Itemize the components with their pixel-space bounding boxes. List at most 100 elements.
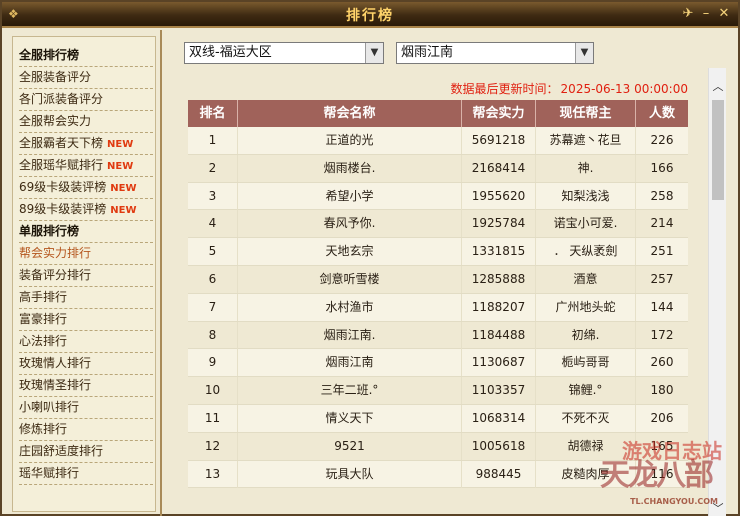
member-count-cell: 214 [650,216,674,231]
minimize-button[interactable]: – [698,5,714,23]
sidebar-item[interactable]: 玫瑰情圣排行 [19,375,153,397]
sidebar-item-label: 修炼排行 [19,422,68,436]
server-group-select[interactable]: 双线-福运大区 ▼ [184,42,384,64]
server-value: 烟雨江南 [401,45,454,60]
sidebar-item[interactable]: 高手排行 [19,287,153,309]
member-count-cell: 144 [650,299,674,314]
rank-cell: 8 [188,321,238,349]
sidebar-item[interactable]: 全服帮会实力 [19,111,153,133]
guild-name-cell: 正道的光 [238,127,462,154]
sidebar-item-label: 全服瑶华赋排行 [19,158,104,172]
member-count-cell: 180 [650,383,674,398]
guild-power-cell: 1130687 [462,349,536,377]
guild-leader-cell: 锦鲤.° [536,377,636,405]
sidebar-item[interactable]: 瑶华赋排行 [19,463,153,485]
sidebar-item[interactable]: 庄园舒适度排行 [19,441,153,463]
sidebar-item[interactable]: 富豪排行 [19,309,153,331]
server-group-value: 双线-福运大区 [189,45,272,60]
server-select[interactable]: 烟雨江南 ▼ [396,42,594,64]
member-count-cell: 226 [650,133,674,147]
rank-cell: 4 [188,210,238,238]
table-row[interactable]: 10 三年二班.° 1103357 锦鲤.° 180 [188,377,688,405]
sidebar-section-header: 全服排行榜 [19,45,153,67]
window-title: 排行榜 [346,8,394,24]
table-header: 排名 帮会名称 帮会实力 现任帮主 人数 [188,100,688,127]
table-row[interactable]: 2 烟雨楼台. 2168414 神. 166 [188,154,688,183]
guild-leader-cell: 苏幕遮丶花旦 [536,127,636,154]
header-guild-leader[interactable]: 现任帮主 [536,100,636,127]
guild-power-cell: 1925784 [462,210,536,238]
member-count-cell: 258 [650,188,674,203]
member-count-cell: 260 [650,355,674,370]
guild-power-cell: 988445 [462,460,536,488]
sidebar-item[interactable]: 69级卡级装评榜 NEW [19,177,153,199]
table-row[interactable]: 8 烟雨江南. 1184488 初绵. 172 [188,321,688,350]
header-rank[interactable]: 排名 [188,100,238,127]
guild-name-cell: 三年二班.° [238,377,462,405]
member-count-cell: 251 [650,244,674,259]
scrollbar-thumb[interactable] [712,100,724,200]
sidebar-item-label: 庄园舒适度排行 [19,444,104,458]
guild-name-cell: 剑意听雪楼 [238,266,462,293]
scroll-up-icon[interactable]: ︿ [709,78,727,96]
guild-power-cell: 1068314 [462,405,536,432]
table-row[interactable]: 6 剑意听雪楼 1285888 酒意 257 [188,266,688,294]
guild-leader-cell: 神. [536,154,636,182]
table-row[interactable]: 1 正道的光 5691218 苏幕遮丶花旦 226 [188,127,688,155]
sidebar-item[interactable]: 装备评分排行 [19,265,153,287]
table-row[interactable]: 9 烟雨江南 1130687 栀屿哥哥 260 [188,349,688,378]
guild-name-cell: 天地玄宗 [238,238,462,266]
scroll-down-icon[interactable]: ﹀ [709,500,727,516]
sidebar-item[interactable]: 心法排行 [19,331,153,353]
sidebar-item[interactable]: 小喇叭排行 [19,397,153,419]
table-row[interactable]: 7 水村渔市 1188207 广州地头蛇 144 [188,293,688,322]
sidebar-section-header: 单服排行榜 [19,221,153,243]
rank-cell: 11 [188,405,238,432]
table-row[interactable]: 11 情义天下 1068314 不死不灭 206 [188,405,688,433]
rank-cell: 5 [188,238,238,266]
sidebar-item[interactable]: 帮会实力排行 [19,243,153,265]
sidebar-item-label: 全服帮会实力 [19,114,92,128]
table-row[interactable]: 13 玩具大队 988445 皮糙肉厚 116 [188,460,688,489]
last-update-label: 数据最后更新时间： [450,82,559,96]
table-row[interactable]: 3 希望小学 1955620 知梨浅浅 258 [188,182,688,211]
sidebar-item-label: 富豪排行 [19,312,68,326]
sidebar-item[interactable]: 各门派装备评分 [19,89,153,111]
sidebar-item-label: 全服排行榜 [19,48,80,62]
member-count-cell: 165 [650,438,674,453]
table-row[interactable]: 4 春风予你. 1925784 诺宝小可爱. 214 [188,210,688,239]
guild-power-cell: 1955620 [462,182,536,210]
last-update-time: 2025-06-13 00:00:00 [560,82,688,96]
close-button[interactable]: ✕ [716,5,732,23]
guild-power-cell: 1188207 [462,293,536,321]
guild-leader-cell: 广州地头蛇 [536,293,636,321]
header-guild-power[interactable]: 帮会实力 [462,100,536,127]
guild-name-cell: 9521 [238,432,462,460]
sidebar-item-label: 89级卡级装评榜 [19,202,107,216]
sidebar-item[interactable]: 全服霸者天下榜 NEW [19,133,153,155]
new-badge: NEW [110,183,137,194]
sidebar-item[interactable]: 玫瑰情人排行 [19,353,153,375]
pin-button[interactable]: ✈ [680,5,696,23]
rank-cell: 10 [188,377,238,405]
guild-power-cell: 1103357 [462,377,536,405]
table-row[interactable]: 12 9521 1005618 胡德禄 165 [188,432,688,461]
member-count-cell: 172 [650,327,674,342]
guild-leader-cell: ． 天纵袤劍 [536,238,636,266]
table-scrollbar[interactable]: ︿ ﹀ [708,68,726,516]
chevron-down-icon: ▼ [575,43,593,63]
header-guild-name[interactable]: 帮会名称 [238,100,462,127]
sidebar-item-label: 69级卡级装评榜 [19,180,107,194]
guild-power-cell: 5691218 [462,127,536,154]
guild-power-cell: 2168414 [462,154,536,182]
sidebar-item[interactable]: 89级卡级装评榜 NEW [19,199,153,221]
sidebar-item[interactable]: 修炼排行 [19,419,153,441]
sidebar-item[interactable]: 全服瑶华赋排行 NEW [19,155,153,177]
table-row[interactable]: 5 天地玄宗 1331815 ． 天纵袤劍 251 [188,238,688,266]
chevron-down-icon: ▼ [365,43,383,63]
title-bar[interactable]: ❖ 排行榜 ✈ – ✕ [2,2,738,28]
guild-leader-cell: 栀屿哥哥 [536,349,636,377]
header-member-count[interactable]: 人数 [636,100,688,127]
guild-leader-cell: 诺宝小可爱. [536,210,636,238]
sidebar-item[interactable]: 全服装备评分 [19,67,153,89]
